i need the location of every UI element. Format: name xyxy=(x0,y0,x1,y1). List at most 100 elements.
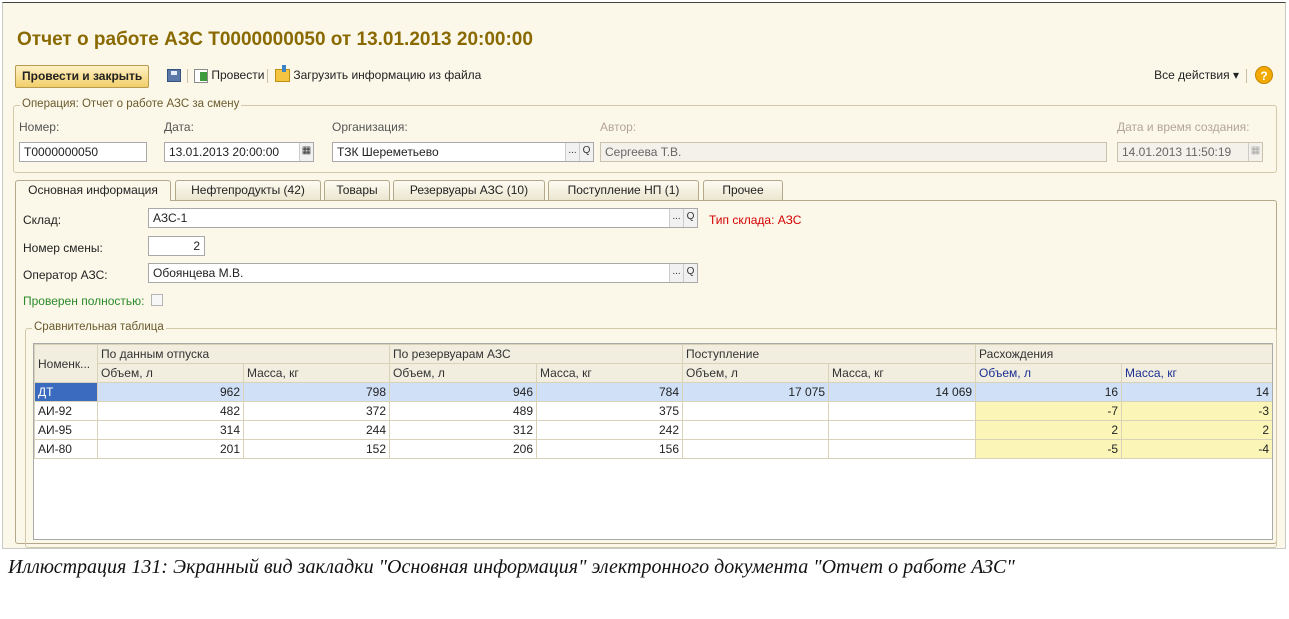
table-cell xyxy=(682,401,830,421)
operation-group-title: Операция: Отчет о работе АЗС за смену xyxy=(20,98,242,110)
figure-caption: Иллюстрация 131: Экранный вид закладки "… xyxy=(8,556,1015,578)
table-cell: 962 xyxy=(97,382,244,402)
toolbar-separator xyxy=(1246,69,1247,83)
table-cell: 206 xyxy=(389,439,538,459)
toolbar-separator xyxy=(267,69,268,83)
table-row[interactable]: АИ-80 201 152 206 156 -5 -4 xyxy=(34,439,1272,459)
warehouse-value: АЗС-1 xyxy=(153,211,188,225)
date-value: 13.01.2013 20:00:00 xyxy=(169,145,280,159)
operator-field[interactable]: Обоянцева М.В. ... Q xyxy=(148,263,698,283)
table-cell: 482 xyxy=(97,401,244,421)
column-header[interactable]: Объем, л xyxy=(682,363,830,383)
tab-oil-products[interactable]: Нефтепродукты (42) xyxy=(175,180,321,200)
table-cell: 489 xyxy=(389,401,538,421)
author-field: Сергеева Т.В. xyxy=(600,142,1107,162)
warehouse-type-label: Тип склада: АЗС xyxy=(709,213,802,227)
operator-label: Оператор АЗС: xyxy=(23,268,108,282)
comparison-table[interactable]: Номенк... По данным отпуска По резервуар… xyxy=(33,343,1273,540)
table-cell: 152 xyxy=(242,439,391,459)
shift-field[interactable]: 2 xyxy=(148,236,205,256)
shift-label: Номер смены: xyxy=(23,241,103,255)
post-and-close-button[interactable]: Провести и закрыть xyxy=(15,65,150,88)
table-cell: 946 xyxy=(389,382,538,402)
date-field[interactable]: 13.01.2013 20:00:00 ▦ xyxy=(164,142,314,162)
search-icon[interactable]: Q xyxy=(683,209,697,227)
tab-main-info[interactable]: Основная информация xyxy=(15,180,171,201)
table-row[interactable]: АИ-95 314 244 312 242 2 2 xyxy=(34,420,1272,440)
document-window: Отчет о работе АЗС Т0000000050 от 13.01.… xyxy=(2,2,1286,549)
table-cell: 372 xyxy=(242,401,391,421)
table-row[interactable]: АИ-92 482 372 489 375 -7 -3 xyxy=(34,401,1272,421)
table-cell: 312 xyxy=(389,420,538,440)
table-cell: 156 xyxy=(536,439,684,459)
table-cell: 798 xyxy=(242,382,391,402)
column-header[interactable]: Масса, кг xyxy=(828,363,977,383)
table-cell xyxy=(828,439,977,459)
post-button[interactable]: Провести xyxy=(194,65,264,86)
created-label: Дата и время создания: xyxy=(1117,120,1250,134)
load-from-file-label: Загрузить информацию из файла xyxy=(293,68,482,82)
document-title: Отчет о работе АЗС Т0000000050 от 13.01.… xyxy=(17,29,533,50)
search-icon[interactable]: Q xyxy=(579,143,593,161)
author-label: Автор: xyxy=(600,120,637,134)
warehouse-field[interactable]: АЗС-1 ... Q xyxy=(148,208,698,228)
tab-receipts[interactable]: Поступление НП (1) xyxy=(548,180,699,200)
table-cell: 314 xyxy=(97,420,244,440)
column-header[interactable]: Масса, кг xyxy=(242,363,391,383)
column-group-header[interactable]: Поступление xyxy=(682,344,977,364)
search-icon[interactable]: Q xyxy=(683,264,697,282)
organization-field[interactable]: ТЗК Шереметьево ... Q xyxy=(332,142,594,162)
table-cell: АИ-95 xyxy=(34,420,98,440)
calendar-icon: ▦ xyxy=(1248,143,1262,161)
table-cell: 784 xyxy=(536,382,684,402)
post-label: Провести xyxy=(211,68,265,82)
column-group-header[interactable]: По резервуарам АЗС xyxy=(389,344,684,364)
table-cell: 2 xyxy=(1121,420,1272,440)
table-cell xyxy=(828,420,977,440)
table-cell: 14 xyxy=(1121,382,1272,402)
table-cell: 17 075 xyxy=(682,382,830,402)
table-cell xyxy=(682,439,830,459)
calendar-icon[interactable]: ▦ xyxy=(299,143,313,161)
column-header[interactable]: Объем, л xyxy=(389,363,538,383)
column-header[interactable]: Масса, кг xyxy=(1121,363,1272,383)
save-icon xyxy=(167,69,181,83)
checked-checkbox[interactable] xyxy=(151,294,163,306)
table-cell: 14 069 xyxy=(828,382,977,402)
table-cell: 16 xyxy=(975,382,1123,402)
warehouse-label: Склад: xyxy=(23,213,62,227)
table-cell: ДТ xyxy=(34,382,98,402)
table-cell: АИ-92 xyxy=(34,401,98,421)
column-group-header[interactable]: По данным отпуска xyxy=(96,344,391,364)
table-cell xyxy=(828,401,977,421)
load-file-icon xyxy=(275,65,290,83)
save-button[interactable] xyxy=(167,65,181,86)
column-header[interactable]: Номенк... xyxy=(34,344,98,383)
tab-other[interactable]: Прочее xyxy=(703,180,783,200)
select-button[interactable]: ... xyxy=(669,209,683,227)
column-header[interactable]: Объем, л xyxy=(97,363,244,383)
table-cell: -4 xyxy=(1121,439,1272,459)
tab-goods[interactable]: Товары xyxy=(324,180,390,200)
table-cell: 242 xyxy=(536,420,684,440)
select-button[interactable]: ... xyxy=(565,143,579,161)
table-cell xyxy=(682,420,830,440)
load-from-file-button[interactable]: Загрузить информацию из файла xyxy=(275,65,481,86)
table-cell: 244 xyxy=(242,420,391,440)
date-label: Дата: xyxy=(164,120,194,134)
tab-reservoirs[interactable]: Резервуары АЗС (10) xyxy=(393,180,545,200)
toolbar: Провести и закрыть Провести Загрузить ин… xyxy=(15,65,1273,88)
column-header[interactable]: Объем, л xyxy=(975,363,1123,383)
organization-value: ТЗК Шереметьево xyxy=(337,145,439,159)
all-actions-menu[interactable]: Все действия ▾ xyxy=(1154,65,1239,86)
help-icon[interactable]: ? xyxy=(1255,66,1273,84)
toolbar-separator xyxy=(187,69,188,83)
table-cell: АИ-80 xyxy=(34,439,98,459)
created-field: 14.01.2013 11:50:19 ▦ xyxy=(1117,142,1263,162)
column-header[interactable]: Масса, кг xyxy=(536,363,684,383)
select-button[interactable]: ... xyxy=(669,264,683,282)
table-row[interactable]: ДТ 962 798 946 784 17 075 14 069 16 14 xyxy=(34,382,1272,402)
table-subheader: Объем, л Масса, кг Объем, л Масса, кг Об… xyxy=(35,363,1272,383)
number-field[interactable]: Т0000000050 xyxy=(19,142,147,162)
column-group-header[interactable]: Расхождения xyxy=(975,344,1272,364)
